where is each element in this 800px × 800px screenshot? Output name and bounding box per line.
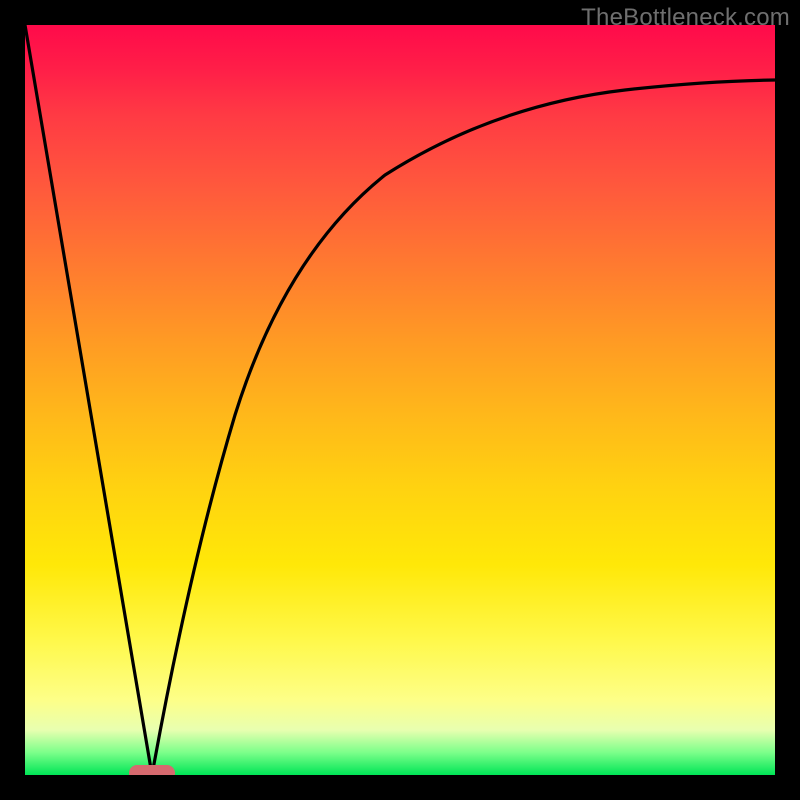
- curve-left-branch: [25, 25, 152, 775]
- valley-marker-pill: [129, 765, 175, 775]
- plot-area: [25, 25, 775, 775]
- curve-right-branch: [152, 80, 775, 775]
- chart-frame: TheBottleneck.com: [0, 0, 800, 800]
- watermark-text: TheBottleneck.com: [581, 4, 790, 32]
- curve-layer: [25, 25, 775, 775]
